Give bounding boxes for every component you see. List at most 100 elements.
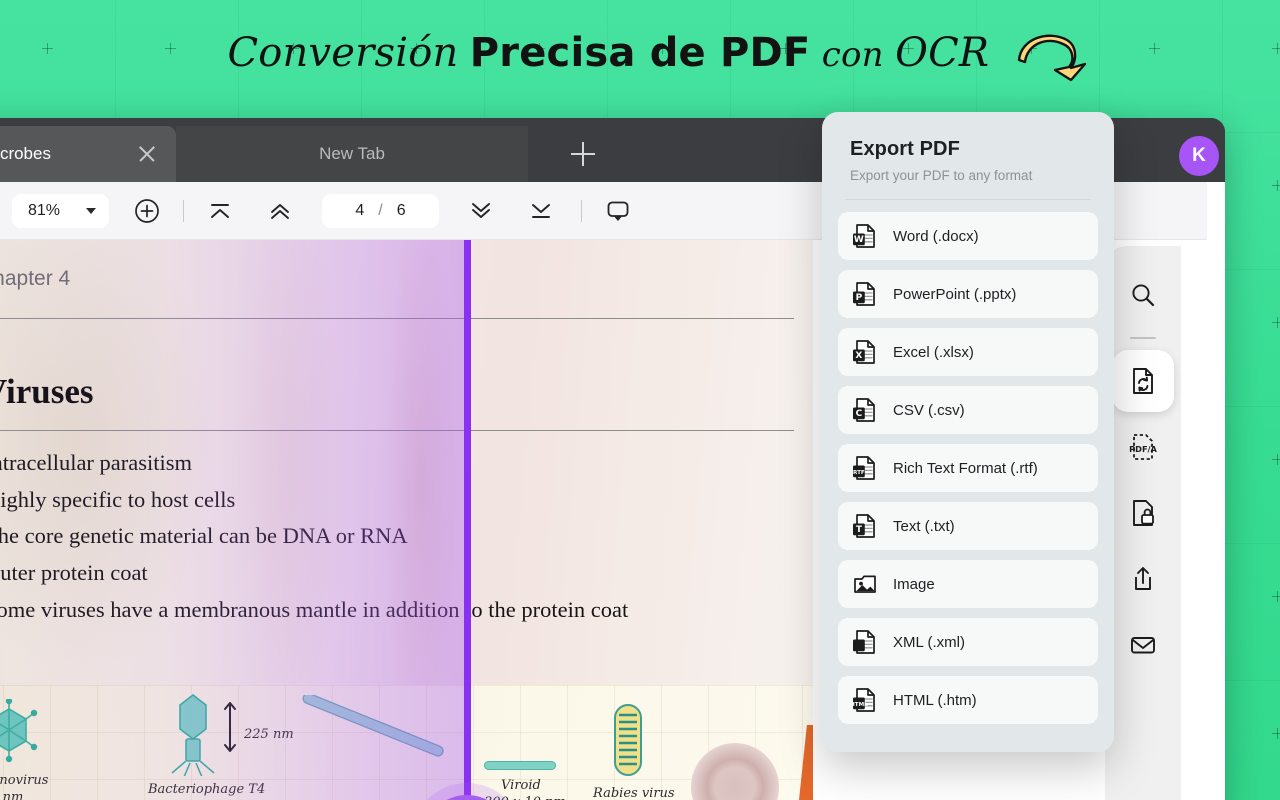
first-page-icon[interactable] [200,191,240,231]
total-pages-value: 6 [396,201,406,219]
page-separator: / [378,201,383,219]
illustration-label: Adenovirus [0,773,49,788]
toolbar-divider-1 [183,199,184,222]
illustration-label: Viroid [501,778,541,793]
bullet-list: Intracellular parasitismHighly specific … [0,445,796,628]
word-file-icon: W [853,224,875,248]
divider-top [0,318,794,320]
tab-new-label: New Tab [319,144,385,163]
illustration-label: 90 nm [0,790,24,800]
export-format-item[interactable]: HTML HTML (.htm) [838,676,1098,724]
bullet-item: Highly specific to host cells [0,482,796,519]
prev-page-icon[interactable] [260,191,300,231]
avatar[interactable]: K [1179,136,1219,176]
export-format-item[interactable]: RTF Rich Text Format (.rtf) [838,444,1098,492]
csv-file-icon: C [853,398,875,422]
current-page-value: 4 [355,201,365,219]
bullet-item: Outer protein coat [0,555,796,592]
convert-document-icon[interactable] [1112,350,1174,412]
present-screen-icon[interactable] [598,191,638,231]
bullet-item: Some viruses have a membranous mantle in… [0,592,796,629]
export-panel-subtitle: Export your PDF to any format [850,168,1033,183]
virus-size-illustration: blood cell 10,000 nm in diameter Adenovi… [0,685,813,800]
bacteriophage-icon [171,694,215,776]
zoom-level-value: 81% [28,201,61,219]
page-content: Chapter 4 Viruses Intracellular parasiti… [0,240,813,685]
illustration-label: Bacteriophage T4 [148,782,266,797]
svg-text:W: W [854,235,864,245]
share-upload-icon[interactable] [1112,548,1174,610]
text-file-icon: T [853,514,875,538]
export-format-label: Excel (.xlsx) [893,343,974,361]
blood-cell-banner [797,725,813,800]
zoom-level-select[interactable]: 81% [12,193,109,228]
export-format-label: Word (.docx) [893,227,979,245]
bullet-item: The core genetic material can be DNA or … [0,518,796,555]
banner-word-1: Conversión [227,30,459,76]
export-format-item[interactable]: T Text (.txt) [838,502,1098,550]
toolbar-divider-2 [581,199,582,222]
screen: Conversión Precisa de PDF con OCR Microb… [0,0,1280,800]
size-arrow-icon [224,702,236,752]
svg-text:PDF/A: PDF/A [1129,444,1157,454]
svg-text:X: X [855,351,862,361]
illustration-label: 225 nm [244,727,294,742]
powerpoint-file-icon: P [853,282,875,306]
export-format-item[interactable]: C CSV (.csv) [838,386,1098,434]
export-format-item[interactable]: P PowerPoint (.pptx) [838,270,1098,318]
banner-word-4: OCR [895,30,990,76]
export-pdf-panel: Export PDF Export your PDF to any format… [822,112,1114,752]
html-file-icon: HTML [852,688,875,712]
red-blood-cell-icon [691,743,779,800]
pdf-page: Chapter 4 Viruses Intracellular parasiti… [0,240,813,800]
next-page-icon[interactable] [461,191,501,231]
svg-text:T: T [856,525,863,535]
adenovirus-icon [0,699,38,763]
viroid-icon [484,761,556,770]
tab-microbes-label: Microbes [0,144,51,163]
illustration-label: 300 x 10 nm [484,795,566,800]
virus-rod-icon [302,695,444,757]
close-icon[interactable] [136,143,158,165]
export-panel-title: Export PDF [850,138,960,160]
bullet-item: Intracellular parasitism [0,445,796,482]
page-title: Viruses [0,372,94,411]
svg-text:RTF: RTF [853,470,865,476]
rabies-virus-icon [614,704,642,776]
search-icon[interactable] [1112,264,1174,326]
export-format-item[interactable]: XML (.xml) [838,618,1098,666]
export-format-item[interactable]: X Excel (.xlsx) [838,328,1098,376]
xml-file-icon [853,630,875,654]
page-number-input[interactable]: 4 / 6 [322,193,439,228]
export-format-label: XML (.xml) [893,633,965,651]
export-format-item[interactable]: Image [838,560,1098,608]
compare-slider-line [464,240,471,800]
svg-text:C: C [856,409,863,419]
export-format-label: PowerPoint (.pptx) [893,285,1017,303]
export-format-label: HTML (.htm) [893,691,977,709]
illustration-label: Rabies virus [593,786,675,800]
svg-text:HTML: HTML [852,702,868,708]
chevron-down-icon [86,207,96,214]
export-format-label: Rich Text Format (.rtf) [893,459,1038,477]
export-format-label: Text (.txt) [893,517,955,535]
rtf-file-icon: RTF [853,456,875,480]
email-icon[interactable] [1112,614,1174,676]
export-format-label: CSV (.csv) [893,401,965,419]
chapter-label: Chapter 4 [0,267,71,290]
excel-file-icon: X [853,340,875,364]
protect-document-icon[interactable] [1112,482,1174,544]
tab-new[interactable]: New Tab [176,126,528,182]
export-format-list: W Word (.docx) P PowerPoint (.pptx) X Excel (… [822,200,1114,750]
divider-under-title [0,430,794,432]
export-panel-header: Export PDF Export your PDF to any format [822,112,1114,183]
export-format-item[interactable]: W Word (.docx) [838,212,1098,260]
pdfa-icon[interactable]: PDF/A [1112,416,1174,478]
export-format-label: Image [893,575,935,593]
image-file-icon [854,575,876,593]
banner-word-2: Precisa de PDF [469,30,811,76]
tab-microbes[interactable]: Microbes [0,126,176,182]
plus-icon[interactable] [528,126,638,182]
plus-circle-icon[interactable] [127,191,167,231]
last-page-icon[interactable] [521,191,561,231]
